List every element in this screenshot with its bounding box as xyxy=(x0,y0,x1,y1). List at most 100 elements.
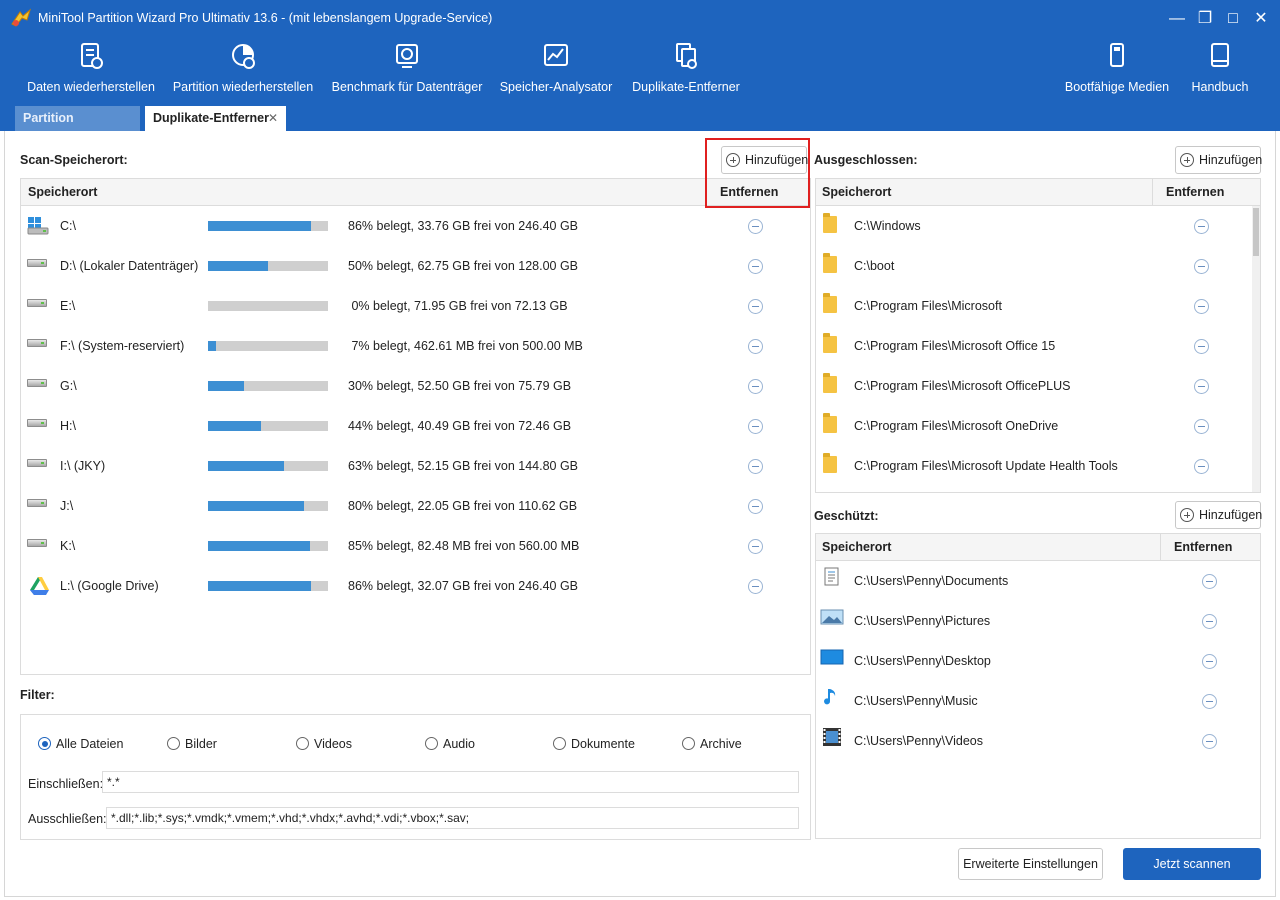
drive-usage-info: 50% belegt, 62.75 GB frei von 128.00 GB xyxy=(348,259,579,273)
drive-icon xyxy=(27,539,47,547)
table-row[interactable]: C:\Program Files\Microsoft OfficePLUS xyxy=(816,366,1260,406)
space-analyzer-icon xyxy=(544,44,568,66)
minimize-icon[interactable]: — xyxy=(1162,6,1192,32)
remove-icon[interactable] xyxy=(1194,219,1209,234)
table-row[interactable]: K:\ 85% belegt, 82.48 MB frei von 560.00 … xyxy=(21,526,810,566)
remove-icon[interactable] xyxy=(748,259,763,274)
toolbar-label: Bootfähige Medien xyxy=(1064,80,1170,94)
radio-label: Videos xyxy=(314,737,352,751)
include-field[interactable] xyxy=(102,771,799,793)
remove-icon[interactable] xyxy=(1194,459,1209,474)
duplicate-remover-button[interactable]: Duplikate-Entferner xyxy=(628,42,744,100)
table-row[interactable]: F:\ (System-reserviert) 7% belegt, 462.6… xyxy=(21,326,810,366)
title-bar: MiniTool Partition Wizard Pro Ultimativ … xyxy=(0,0,1280,36)
remove-icon[interactable] xyxy=(1194,339,1209,354)
remove-icon[interactable] xyxy=(1194,259,1209,274)
remove-icon[interactable] xyxy=(748,539,763,554)
maximize-icon[interactable]: □ xyxy=(1218,6,1248,32)
manual-icon xyxy=(1211,43,1229,67)
tab-duplicate-remover[interactable]: Duplikate-Entferner ✕ xyxy=(145,106,286,131)
scrollbar-thumb[interactable] xyxy=(1253,208,1259,256)
bootable-media-button[interactable]: Bootfähige Medien xyxy=(1060,42,1174,100)
remove-icon[interactable] xyxy=(748,579,763,594)
protected-path: C:\Users\Penny\Desktop xyxy=(854,654,991,668)
close-icon[interactable]: ✕ xyxy=(1246,6,1276,32)
space-analyzer-button[interactable]: Speicher-Analysator xyxy=(498,42,614,100)
table-row[interactable]: J:\ 80% belegt, 22.05 GB frei von 110.62 … xyxy=(21,486,810,526)
partition-recovery-button[interactable]: Partition wiederherstellen xyxy=(170,42,316,100)
table-row[interactable]: C:\Program Files\Microsoft OneDrive xyxy=(816,406,1260,446)
drive-name: L:\ (Google Drive) xyxy=(60,579,159,593)
tab-close-icon[interactable]: ✕ xyxy=(268,106,278,131)
remove-icon[interactable] xyxy=(1194,299,1209,314)
drive-icon xyxy=(27,339,47,347)
remove-icon[interactable] xyxy=(748,419,763,434)
remove-icon[interactable] xyxy=(1194,379,1209,394)
remove-icon[interactable] xyxy=(748,499,763,514)
windows-drive-icon xyxy=(27,217,49,235)
remove-icon[interactable] xyxy=(1194,419,1209,434)
folder-icon xyxy=(823,253,837,273)
drive-usage-info: 7% belegt, 462.61 MB frei von 500.00 MB xyxy=(348,339,583,353)
usage-bar-fill xyxy=(208,541,310,551)
excluded-path: C:\Program Files\Microsoft Update Health… xyxy=(854,459,1118,473)
usage-bar-fill xyxy=(208,461,284,471)
usage-bar-fill xyxy=(208,261,268,271)
exclude-label: Ausschließen: xyxy=(28,812,107,826)
tab-partition-manage[interactable]: Partition verwalten xyxy=(15,106,140,150)
drive-usage-info: 44% belegt, 40.49 GB frei von 72.46 GB xyxy=(348,419,572,433)
scan-add-button[interactable]: Hinzufügen xyxy=(721,146,808,174)
remove-icon[interactable] xyxy=(748,459,763,474)
excluded-path: C:\Program Files\Microsoft OneDrive xyxy=(854,419,1059,433)
table-row[interactable]: L:\ (Google Drive) 86% belegt, 32.07 GB f… xyxy=(21,566,810,606)
table-row[interactable]: C:\Users\Penny\Music xyxy=(816,681,1260,721)
restore-icon[interactable]: ❐ xyxy=(1190,6,1220,32)
usage-bar xyxy=(208,421,328,431)
table-row[interactable]: C:\Program Files\Microsoft Office 15 xyxy=(816,326,1260,366)
remove-icon[interactable] xyxy=(748,299,763,314)
table-row[interactable]: C:\Users\Penny\Desktop xyxy=(816,641,1260,681)
remove-icon[interactable] xyxy=(748,379,763,394)
col-location: Speicherort xyxy=(28,185,98,199)
usage-bar-fill xyxy=(208,381,244,391)
remove-icon[interactable] xyxy=(1202,694,1217,709)
folder-icon xyxy=(823,213,837,233)
toolbar-label: Daten wiederherstellen xyxy=(27,80,155,94)
scan-now-button[interactable]: Jetzt scannen xyxy=(1123,848,1261,880)
remove-icon[interactable] xyxy=(1202,574,1217,589)
table-row[interactable]: C:\Program Files\Microsoft xyxy=(816,286,1260,326)
table-row[interactable]: C:\ 86% belegt, 33.76 GB frei von 246.40 … xyxy=(21,206,810,246)
data-recovery-button[interactable]: Daten wiederherstellen xyxy=(22,42,160,100)
advanced-settings-button[interactable]: Erweiterte Einstellungen xyxy=(958,848,1103,880)
table-row[interactable]: C:\Program Files\Microsoft Update Health… xyxy=(816,446,1260,486)
include-label: Einschließen: xyxy=(28,777,104,791)
drive-icon xyxy=(27,379,47,387)
table-row[interactable]: D:\ (Lokaler Datenträger) 50% belegt, 62.… xyxy=(21,246,810,286)
table-row[interactable]: C:\Users\Penny\Documents xyxy=(816,561,1260,601)
table-row[interactable]: C:\boot xyxy=(816,246,1260,286)
duplicate-remover-icon xyxy=(676,43,697,69)
excluded-scrollbar[interactable] xyxy=(1252,206,1260,492)
benchmark-button[interactable]: Benchmark für Datenträger xyxy=(330,42,484,100)
manual-button[interactable]: Handbuch xyxy=(1186,42,1254,100)
remove-icon[interactable] xyxy=(1202,734,1217,749)
radio-label: Archive xyxy=(700,737,742,751)
radio-label: Audio xyxy=(443,737,475,751)
table-row[interactable]: C:\Users\Penny\Videos xyxy=(816,721,1260,761)
table-row[interactable]: E:\ 0% belegt, 71.95 GB frei von 72.13 G… xyxy=(21,286,810,326)
drive-name: E:\ xyxy=(60,299,76,313)
table-row[interactable]: I:\ (JKY) 63% belegt, 52.15 GB frei von 1… xyxy=(21,446,810,486)
remove-icon[interactable] xyxy=(748,339,763,354)
table-row[interactable]: C:\Windows xyxy=(816,206,1260,246)
table-row[interactable]: H:\ 44% belegt, 40.49 GB frei von 72.46 G… xyxy=(21,406,810,446)
drive-usage-info: 80% belegt, 22.05 GB frei von 110.62 GB xyxy=(348,499,578,513)
remove-icon[interactable] xyxy=(1202,654,1217,669)
exclude-field[interactable] xyxy=(106,807,799,829)
excluded-add-button[interactable]: Hinzufügen xyxy=(1175,146,1262,174)
table-row[interactable]: G:\ 30% belegt, 52.50 GB frei von 75.79 G… xyxy=(21,366,810,406)
desktop-icon xyxy=(820,649,844,665)
table-row[interactable]: C:\Users\Penny\Pictures xyxy=(816,601,1260,641)
remove-icon[interactable] xyxy=(1202,614,1217,629)
protected-add-button[interactable]: Hinzufügen xyxy=(1175,501,1262,529)
remove-icon[interactable] xyxy=(748,219,763,234)
